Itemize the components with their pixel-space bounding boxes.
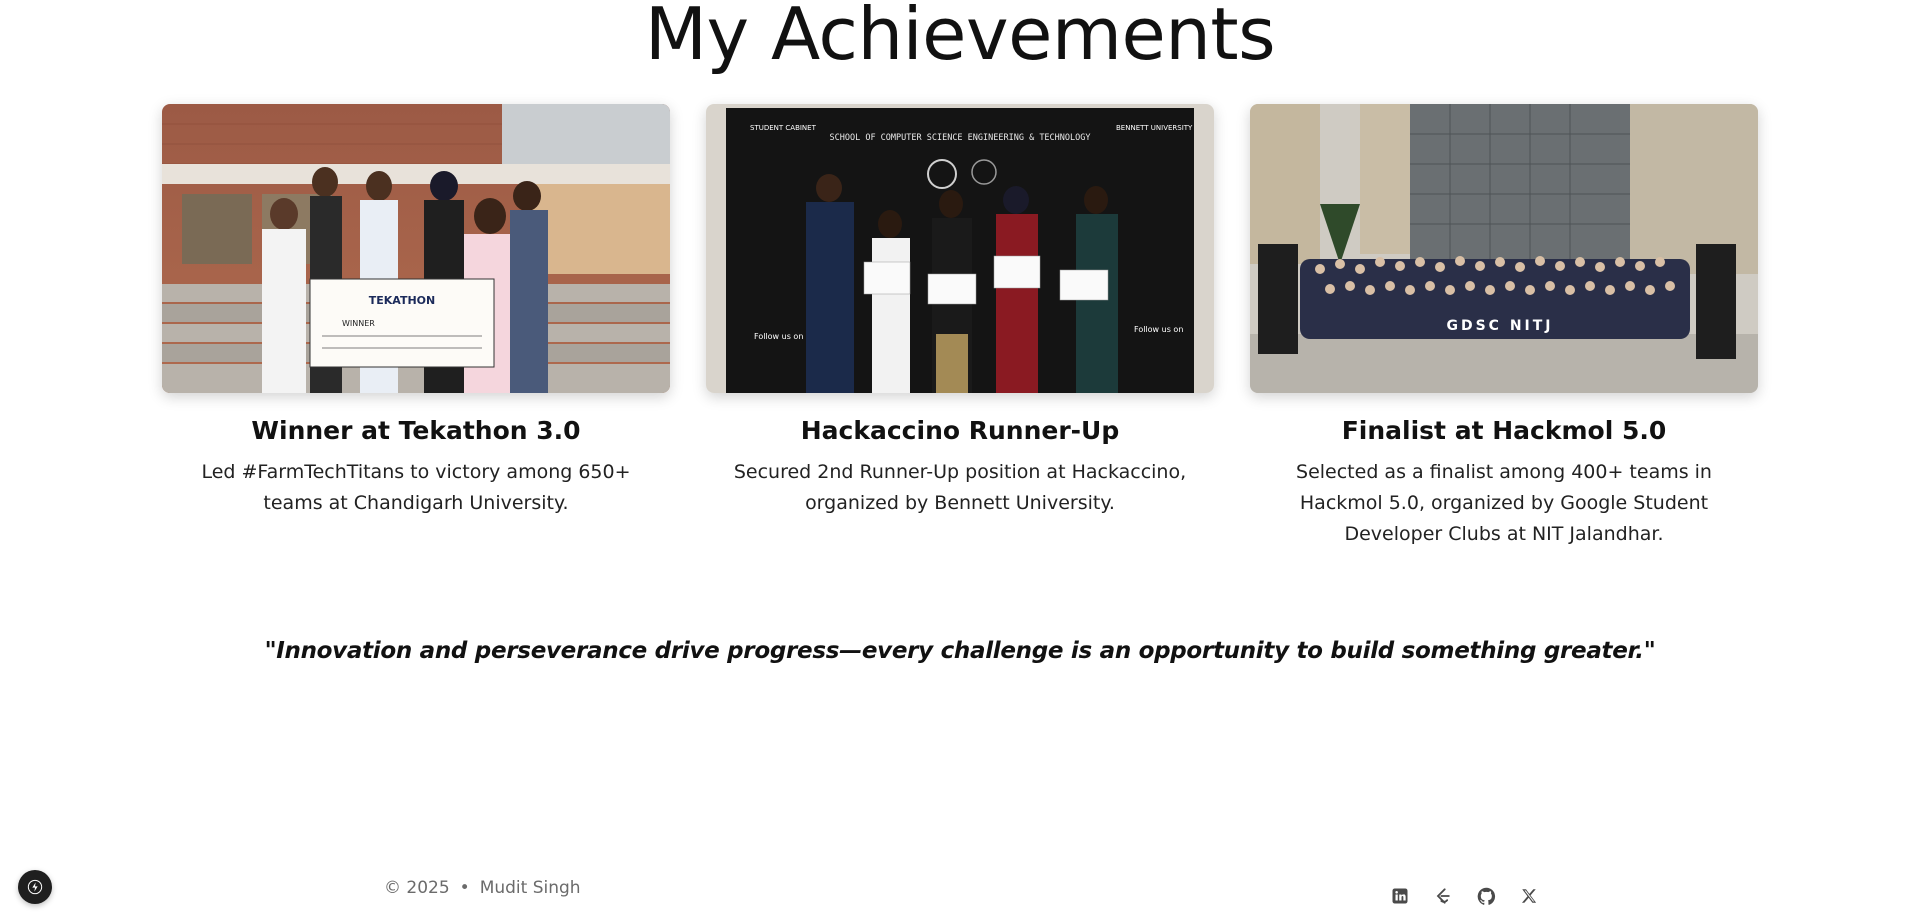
- achievements-page: My Achievements TEKATHON WINNER Winner a…: [0, 0, 1920, 920]
- achievement-description: Led #FarmTechTitans to victory among 650…: [201, 461, 631, 514]
- footer-separator: •: [459, 878, 470, 898]
- linkedin-icon[interactable]: [1388, 884, 1412, 908]
- tekathon-photo: TEKATHON WINNER: [162, 104, 670, 393]
- section-title: My Achievements: [644, 0, 1276, 76]
- motivational-quote: "Innovation and perseverance drive progr…: [264, 638, 1656, 664]
- achievement-image-hackmol: GDSC NITJ: [1250, 104, 1758, 393]
- achievement-card-hackmol: GDSC NITJ Finalist at Hackmol 5.0 Select…: [1250, 104, 1758, 550]
- bolt-icon: [27, 879, 43, 895]
- x-icon[interactable]: [1517, 884, 1541, 908]
- hackaccino-photo: SCHOOL OF COMPUTER SCIENCE ENGINEERING &…: [706, 104, 1214, 393]
- achievement-title: Finalist at Hackmol 5.0: [1341, 416, 1667, 445]
- backdrop-logo-left: STUDENT CABINET: [750, 124, 817, 132]
- social-links: [1388, 884, 1541, 908]
- achievement-description: Secured 2nd Runner-Up position at Hackac…: [733, 461, 1187, 514]
- backdrop-header: SCHOOL OF COMPUTER SCIENCE ENGINEERING &…: [830, 133, 1091, 143]
- hackmol-photo: GDSC NITJ: [1250, 104, 1758, 393]
- copyright-text: © 2025: [384, 878, 450, 898]
- github-icon[interactable]: [1474, 884, 1498, 908]
- achievement-card-hackaccino: SCHOOL OF COMPUTER SCIENCE ENGINEERING &…: [706, 104, 1214, 550]
- cheque-banner: TEKATHON: [369, 294, 435, 307]
- author-name: Mudit Singh: [479, 878, 581, 898]
- achievement-card-tekathon: TEKATHON WINNER Winner at Tekathon 3.0 L…: [162, 104, 670, 550]
- svg-text:Follow us on: Follow us on: [1134, 325, 1183, 334]
- group-banner: GDSC NITJ: [1446, 318, 1553, 334]
- footer-credits: © 2025 • Mudit Singh: [384, 878, 581, 898]
- achievement-cards: TEKATHON WINNER Winner at Tekathon 3.0 L…: [162, 104, 1760, 550]
- backdrop-logo-right: BENNETT UNIVERSITY: [1116, 124, 1193, 132]
- cheque-line: WINNER: [342, 319, 375, 328]
- bolt-badge-button[interactable]: [18, 870, 52, 904]
- achievement-title: Hackaccino Runner-Up: [800, 416, 1120, 445]
- leetcode-icon[interactable]: [1431, 884, 1455, 908]
- achievement-description: Selected as a finalist among 400+ teams …: [1296, 461, 1712, 545]
- achievement-image-hackaccino: SCHOOL OF COMPUTER SCIENCE ENGINEERING &…: [706, 104, 1214, 393]
- svg-text:Follow us on: Follow us on: [754, 332, 803, 341]
- achievement-title: Winner at Tekathon 3.0: [251, 416, 581, 445]
- achievement-image-tekathon: TEKATHON WINNER: [162, 104, 670, 393]
